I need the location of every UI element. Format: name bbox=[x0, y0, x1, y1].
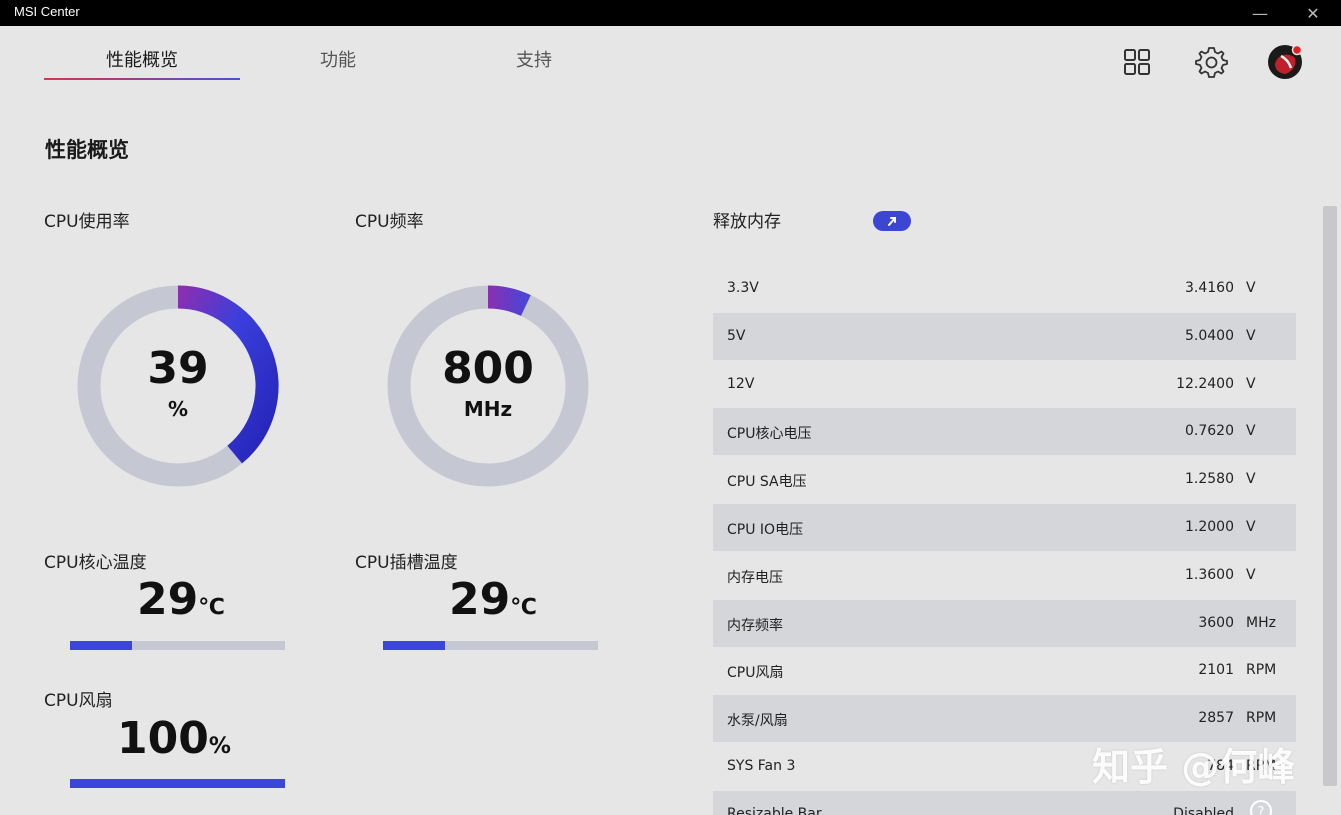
app-window: MSI Center — ✕ 性能概览 功能 支持 性能概览 CPU使用率 39… bbox=[0, 0, 1341, 815]
cpu-fan-bar-fill bbox=[70, 779, 285, 788]
sensor-unit: RPM bbox=[1246, 710, 1277, 727]
sensor-row: 内存电压 1.3600 V bbox=[713, 552, 1296, 599]
sensor-row: CPU IO电压 1.2000 V bbox=[713, 504, 1296, 551]
sensor-row: 内存频率 3600 MHz bbox=[713, 599, 1296, 647]
tab-support[interactable]: 支持 bbox=[436, 46, 632, 72]
sensor-unit: V bbox=[1246, 375, 1256, 392]
sensor-row: CPU风扇 2101 RPM bbox=[713, 647, 1296, 694]
sensor-name: 12V bbox=[727, 375, 755, 392]
cpu-fan-unit: % bbox=[208, 734, 231, 759]
cpu-socket-temp-bar bbox=[383, 641, 598, 650]
cpu-socket-temp-readout: 29℃ bbox=[449, 574, 537, 625]
sensor-value: 0.7620 bbox=[1185, 423, 1234, 440]
cpu-usage-value: 39 bbox=[147, 343, 209, 394]
avatar[interactable] bbox=[1267, 44, 1303, 80]
sensor-unit: V bbox=[1246, 471, 1256, 488]
sensor-name: 水泵/风扇 bbox=[727, 713, 788, 730]
close-button[interactable]: ✕ bbox=[1290, 0, 1336, 26]
tab-features[interactable]: 功能 bbox=[240, 46, 436, 72]
cpu-fan-bar bbox=[70, 779, 285, 788]
scrollbar[interactable] bbox=[1323, 206, 1337, 786]
cpu-fan-readout: 100% bbox=[117, 713, 231, 764]
cpu-freq-unit: MHz bbox=[463, 397, 513, 421]
release-memory-label: 释放内存 bbox=[713, 212, 781, 232]
sensor-value: 3600 bbox=[1198, 614, 1234, 631]
sensor-name: CPU SA电压 bbox=[727, 474, 807, 491]
sensor-name: 内存电压 bbox=[727, 569, 783, 586]
sensor-row: CPU SA电压 1.2580 V bbox=[713, 456, 1296, 503]
grid-icon[interactable] bbox=[1119, 44, 1155, 80]
sensor-name: 内存频率 bbox=[727, 617, 783, 634]
cpu-socket-temp-bar-fill bbox=[383, 641, 446, 650]
sensor-row: Resizable Bar Disabled bbox=[713, 790, 1296, 815]
sensor-value: 12.2400 bbox=[1176, 375, 1234, 392]
sensor-value: 1.2580 bbox=[1185, 471, 1234, 488]
title-bar: MSI Center — ✕ bbox=[0, 0, 1341, 26]
sensor-name: 5V bbox=[727, 327, 746, 344]
sensor-value: 5.0400 bbox=[1185, 327, 1234, 344]
cpu-socket-temp-label: CPU插槽温度 bbox=[355, 553, 458, 573]
sensor-name: CPU风扇 bbox=[727, 665, 784, 682]
cpu-usage-unit: % bbox=[167, 397, 189, 421]
cpu-core-temp-label: CPU核心温度 bbox=[44, 553, 147, 573]
cpu-core-temp-bar-fill bbox=[70, 641, 133, 650]
sensor-unit: V bbox=[1246, 327, 1256, 344]
active-tab-indicator bbox=[44, 78, 240, 80]
help-icon[interactable]: ? bbox=[1250, 800, 1272, 815]
app-title: MSI Center bbox=[14, 4, 80, 19]
sensor-value: 3.4160 bbox=[1185, 280, 1234, 296]
rocket-icon bbox=[888, 217, 896, 226]
sensor-row: 5V 5.0400 V bbox=[713, 312, 1296, 360]
cpu-core-temp-unit: ℃ bbox=[198, 595, 225, 620]
gear-icon[interactable] bbox=[1193, 44, 1229, 80]
cpu-usage-label: CPU使用率 bbox=[44, 212, 130, 232]
sensor-value: 2101 bbox=[1198, 662, 1234, 679]
cpu-freq-label: CPU频率 bbox=[355, 212, 424, 232]
cpu-fan-label: CPU风扇 bbox=[44, 691, 113, 711]
sensor-value: 2857 bbox=[1198, 710, 1234, 727]
cpu-socket-temp-unit: ℃ bbox=[510, 595, 537, 620]
sensor-row: CPU核心电压 0.7620 V bbox=[713, 408, 1296, 456]
sensor-value: Disabled bbox=[1173, 805, 1234, 815]
page-title: 性能概览 bbox=[45, 138, 129, 162]
cpu-core-temp-readout: 29℃ bbox=[137, 574, 225, 625]
minimize-button[interactable]: — bbox=[1237, 0, 1283, 26]
sensor-name: SYS Fan 3 bbox=[727, 758, 796, 774]
sensor-unit: V bbox=[1246, 423, 1256, 440]
sensor-value: 1.3600 bbox=[1185, 566, 1234, 583]
sensor-unit: MHz bbox=[1246, 614, 1276, 631]
cpu-fan-value: 100 bbox=[117, 713, 209, 764]
cpu-freq-value: 800 bbox=[442, 343, 534, 394]
cpu-usage-gauge: 39 % bbox=[73, 281, 283, 491]
cpu-freq-arc bbox=[487, 285, 531, 317]
release-memory-button[interactable] bbox=[873, 211, 911, 231]
sensor-name: CPU核心电压 bbox=[727, 426, 812, 443]
sensor-name: 3.3V bbox=[727, 280, 759, 296]
sensor-unit: RPM bbox=[1246, 662, 1277, 679]
cpu-core-temp-bar bbox=[70, 641, 285, 650]
sensor-row: 12V 12.2400 V bbox=[713, 361, 1296, 408]
sensor-unit: V bbox=[1246, 519, 1256, 535]
sensor-row: 3.3V 3.4160 V bbox=[713, 265, 1296, 312]
tab-overview[interactable]: 性能概览 bbox=[44, 46, 240, 72]
sensor-unit: V bbox=[1246, 566, 1256, 583]
cpu-socket-temp-value: 29 bbox=[449, 574, 511, 625]
sensor-unit: V bbox=[1246, 280, 1256, 296]
sensor-name: CPU IO电压 bbox=[727, 522, 804, 538]
sensor-name: Resizable Bar bbox=[727, 805, 822, 815]
sensor-value: 1.2000 bbox=[1185, 519, 1234, 535]
cpu-freq-gauge: 800 MHz bbox=[383, 281, 593, 491]
watermark: 知乎 @何峰 bbox=[1092, 745, 1296, 789]
cpu-core-temp-value: 29 bbox=[137, 574, 199, 625]
